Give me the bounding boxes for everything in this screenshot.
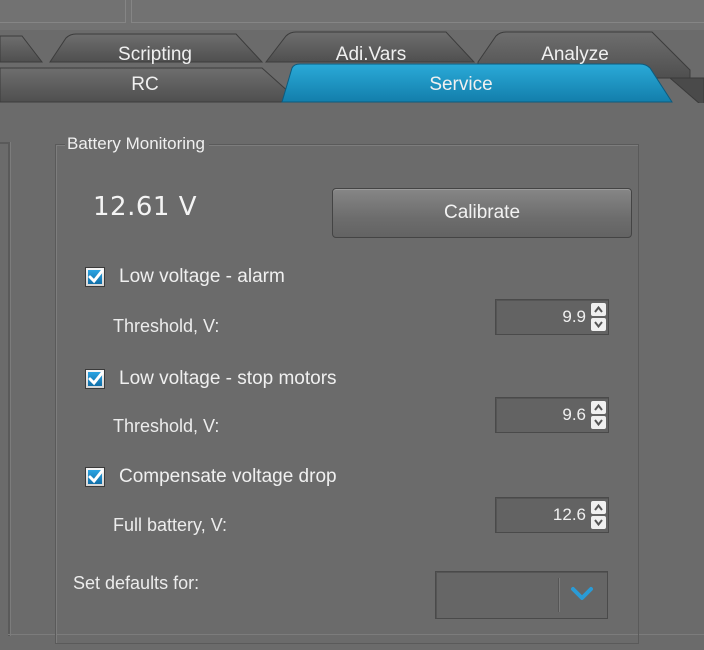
alarm-threshold-value[interactable]: 9.9: [562, 300, 586, 334]
compensate-voltage-checkbox-row[interactable]: Compensate voltage drop: [85, 466, 337, 488]
alarm-threshold-spinbox[interactable]: 9.9: [495, 299, 609, 335]
low-voltage-stop-checkbox[interactable]: [85, 369, 105, 389]
low-voltage-alarm-label: Low voltage - alarm: [119, 266, 285, 287]
low-voltage-alarm-checkbox-row[interactable]: Low voltage - alarm: [85, 266, 285, 288]
chevron-down-icon: [594, 321, 603, 328]
spin-up-button[interactable]: [591, 501, 606, 514]
chevron-up-icon: [594, 504, 603, 511]
panel-separator: [8, 142, 11, 636]
stop-threshold-value[interactable]: 9.6: [562, 398, 586, 432]
calibrate-button[interactable]: Calibrate: [332, 188, 632, 238]
set-defaults-label: Set defaults for:: [73, 573, 200, 593]
group-title: Battery Monitoring: [65, 134, 209, 154]
chevron-down-icon: [594, 419, 603, 426]
top-strip-segment: [131, 0, 704, 23]
checkmark-icon: [88, 269, 104, 284]
full-battery-spinbox[interactable]: 12.6: [495, 497, 609, 533]
full-battery-value[interactable]: 12.6: [553, 498, 586, 532]
chevron-down-icon[interactable]: [571, 586, 593, 602]
tab-analyze[interactable]: Analyze: [500, 44, 650, 66]
spin-up-button[interactable]: [591, 303, 606, 316]
combo-separator: [558, 578, 560, 612]
stop-threshold-spinbox[interactable]: 9.6: [495, 397, 609, 433]
low-voltage-stop-checkbox-row[interactable]: Low voltage - stop motors: [85, 368, 337, 390]
tab-scripting[interactable]: Scripting: [80, 44, 230, 66]
spin-up-button[interactable]: [591, 401, 606, 414]
spin-down-button[interactable]: [591, 516, 606, 529]
set-defaults-combobox[interactable]: [435, 571, 608, 619]
chevron-down-icon: [594, 519, 603, 526]
stop-threshold-label: Threshold, V:: [113, 416, 220, 436]
top-strip-segment: [0, 0, 126, 23]
alarm-threshold-label: Threshold, V:: [113, 316, 220, 336]
checkmark-icon: [88, 469, 104, 484]
spin-down-button[interactable]: [591, 318, 606, 331]
tab-bar: Scripting Adi.Vars Analyze RC Service: [0, 22, 704, 108]
voltage-readout: 12.61 V: [93, 192, 197, 222]
low-voltage-alarm-checkbox[interactable]: [85, 267, 105, 287]
full-battery-label: Full battery, V:: [113, 515, 228, 535]
chevron-up-icon: [594, 404, 603, 411]
panel-separator: [0, 142, 8, 144]
compensate-voltage-checkbox[interactable]: [85, 467, 105, 487]
low-voltage-stop-label: Low voltage - stop motors: [119, 368, 337, 389]
compensate-voltage-label: Compensate voltage drop: [119, 466, 337, 487]
tab-adivars[interactable]: Adi.Vars: [296, 44, 446, 66]
chevron-up-icon: [594, 306, 603, 313]
tab-service[interactable]: Service: [386, 74, 536, 96]
spin-down-button[interactable]: [591, 416, 606, 429]
tab-rc[interactable]: RC: [70, 74, 220, 96]
checkmark-icon: [88, 371, 104, 386]
